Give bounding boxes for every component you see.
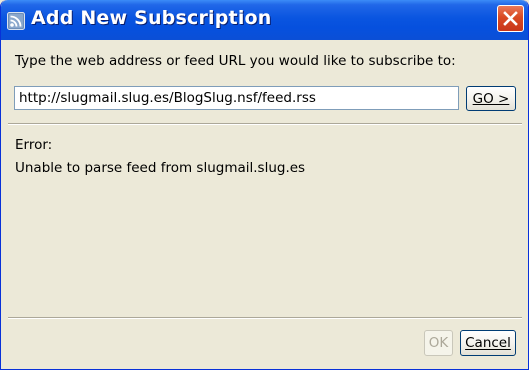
window-title: Add New Subscription <box>31 7 272 29</box>
ok-button[interactable]: OK <box>424 330 453 356</box>
close-icon <box>503 11 518 26</box>
feed-url-input[interactable] <box>14 86 459 110</box>
rss-feed-icon <box>7 12 25 30</box>
go-button[interactable]: GO > <box>466 86 516 111</box>
error-label: Error: <box>15 137 53 153</box>
go-button-label: GO > <box>472 90 510 107</box>
url-prompt-label: Type the web address or feed URL you wou… <box>15 53 456 69</box>
title-bar[interactable]: Add New Subscription <box>1 0 528 40</box>
cancel-button-label: Cancel <box>465 335 511 351</box>
add-subscription-dialog: Add New Subscription Type the web addres… <box>0 0 529 370</box>
close-button[interactable] <box>497 5 524 32</box>
top-divider <box>8 123 522 125</box>
bottom-divider <box>8 317 522 319</box>
error-message: Unable to parse feed from slugmail.slug.… <box>15 160 306 176</box>
cancel-button[interactable]: Cancel <box>460 330 516 356</box>
